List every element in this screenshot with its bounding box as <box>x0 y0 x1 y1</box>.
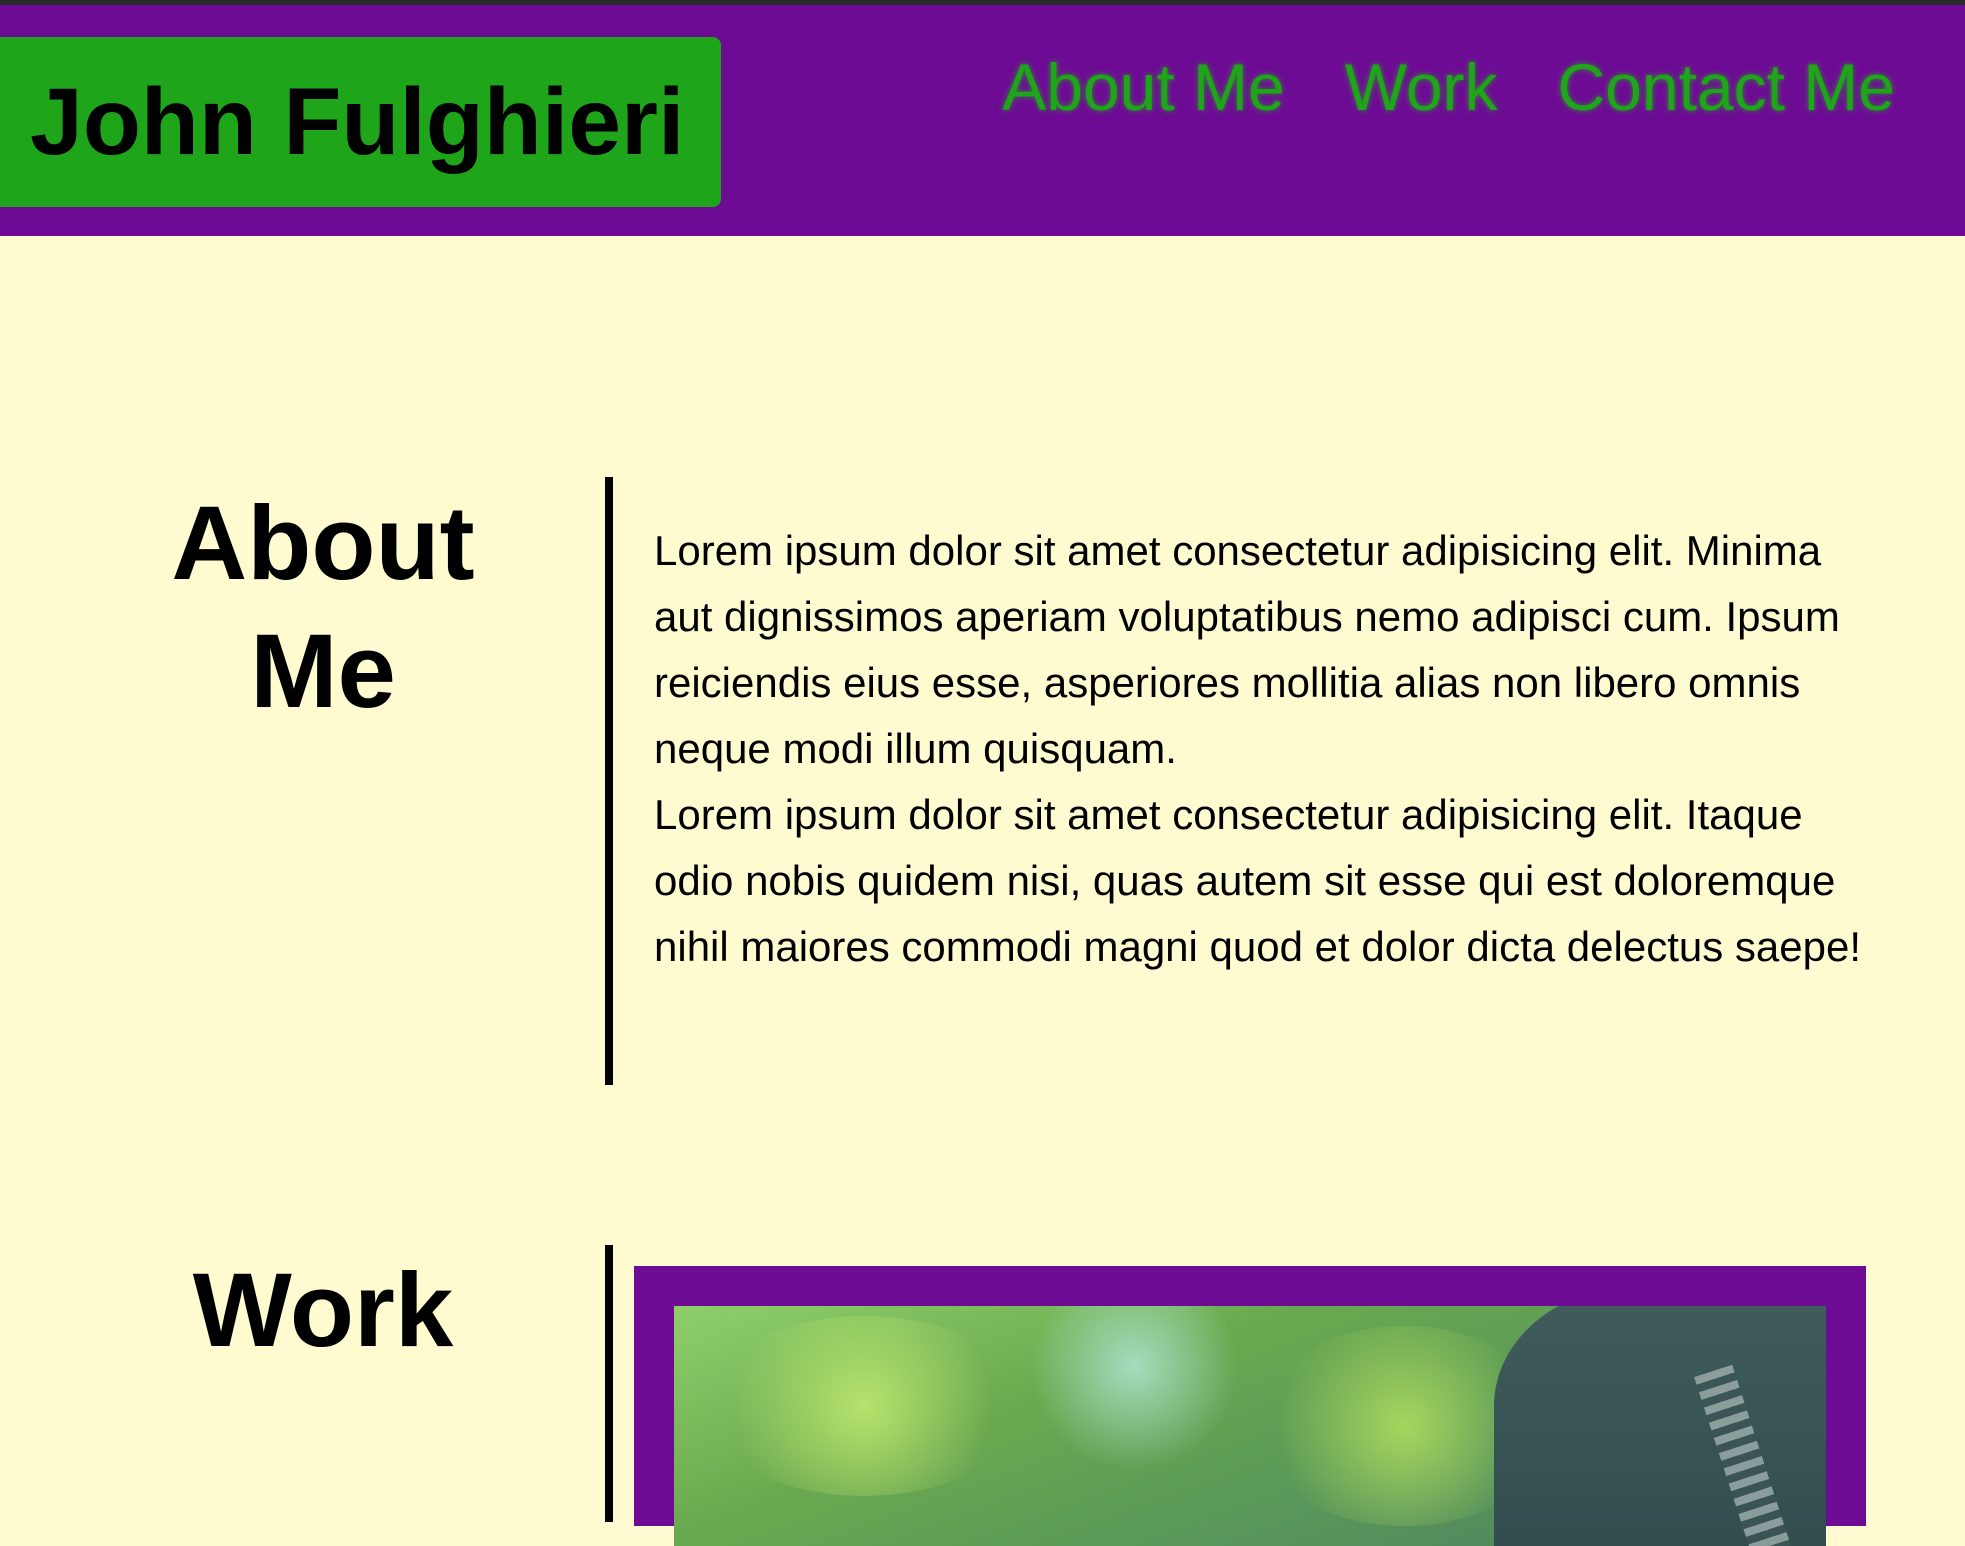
about-paragraph-2: Lorem ipsum dolor sit amet consectetur a… <box>654 791 1861 970</box>
image-sky <box>1024 1306 1244 1466</box>
work-project-image[interactable] <box>674 1306 1826 1546</box>
about-text: Lorem ipsum dolor sit amet consectetur a… <box>654 518 1869 980</box>
site-title[interactable]: John Fulghieri <box>30 74 684 170</box>
nav-link-work[interactable]: Work <box>1345 54 1498 120</box>
image-foliage-left <box>704 1316 1024 1496</box>
main-nav: About Me Work Contact Me <box>1002 54 1895 120</box>
work-divider <box>605 1245 613 1522</box>
about-divider <box>605 477 613 1085</box>
work-project-card[interactable] <box>634 1266 1866 1546</box>
about-heading: About Me <box>171 485 475 731</box>
work-heading: Work <box>192 1252 454 1369</box>
brand-box[interactable]: John Fulghieri <box>0 37 721 207</box>
nav-link-about-me[interactable]: About Me <box>1002 54 1285 120</box>
site-header: John Fulghieri About Me Work Contact Me <box>0 5 1965 236</box>
about-paragraph-1: Lorem ipsum dolor sit amet consectetur a… <box>654 527 1840 772</box>
nav-link-contact-me[interactable]: Contact Me <box>1558 54 1895 120</box>
